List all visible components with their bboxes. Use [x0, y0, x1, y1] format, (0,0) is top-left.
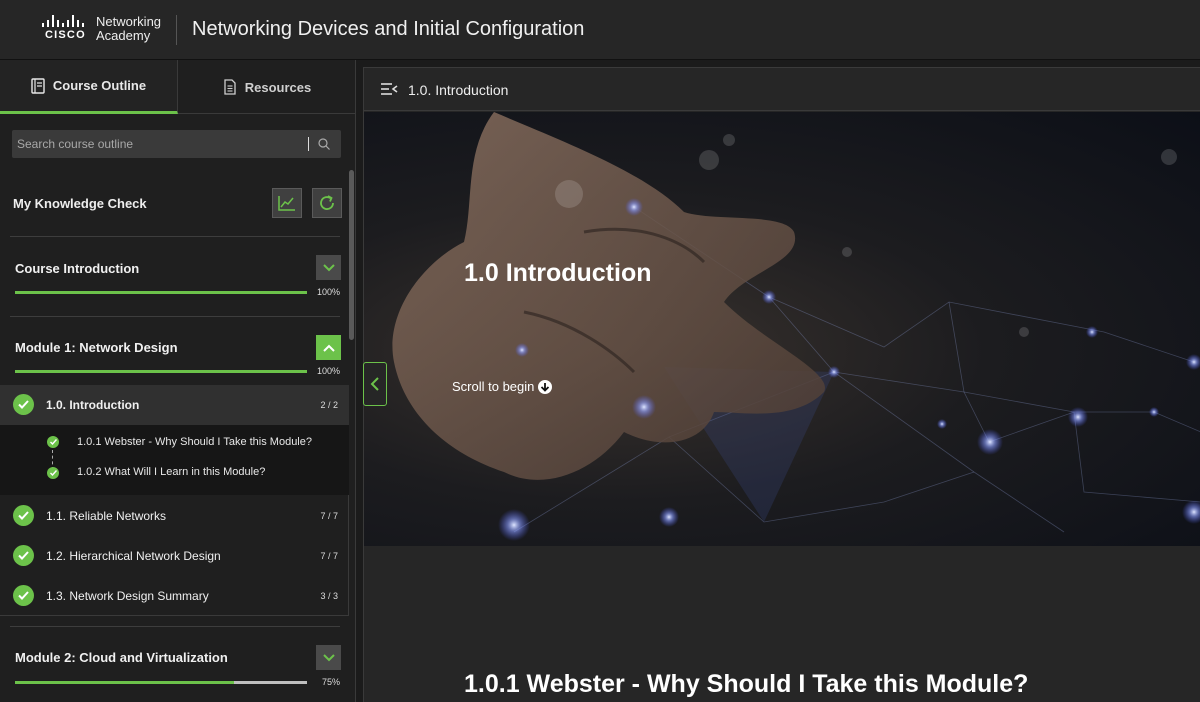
- sidebar-scrollbar[interactable]: [349, 170, 354, 340]
- scroll-to-begin-label: Scroll to begin: [452, 379, 535, 394]
- list-item-count: 2 / 2: [320, 400, 338, 410]
- header-divider: [176, 15, 177, 45]
- section-course-introduction[interactable]: Course Introduction: [15, 261, 139, 276]
- knowledge-check-label: My Knowledge Check: [13, 196, 147, 211]
- list-item-count: 3 / 3: [320, 591, 338, 601]
- section-heading: 1.0.1 Webster - Why Should I Take this M…: [464, 670, 1029, 698]
- search-icon[interactable]: [317, 137, 331, 151]
- list-item-label: 1.1. Reliable Networks: [46, 509, 167, 523]
- progress-fill: [15, 291, 307, 294]
- knowledge-refresh-button[interactable]: [312, 188, 342, 218]
- content-header: 1.0. Introduction: [364, 68, 1200, 111]
- cisco-wordmark: CISCO: [45, 29, 86, 41]
- chart-icon: [278, 196, 295, 211]
- collapse-menu-icon[interactable]: [380, 82, 398, 96]
- top-bar: CISCO Networking Academy Networking Devi…: [0, 0, 1200, 60]
- tab-resources-label: Resources: [244, 79, 312, 95]
- module-1-progress-label: 100%: [316, 366, 340, 376]
- refresh-icon: [320, 195, 334, 210]
- check-icon: [47, 436, 59, 448]
- cisco-bridge-icon: [42, 15, 88, 27]
- list-item-label: 1.2. Hierarchical Network Design: [46, 549, 221, 563]
- tab-course-outline-label: Course Outline: [52, 78, 147, 93]
- hero-banner: 1.0 Introduction Scroll to begin: [364, 112, 1200, 546]
- list-item-count: 7 / 7: [320, 511, 338, 521]
- document-icon: [224, 79, 236, 95]
- knowledge-chart-button[interactable]: [272, 188, 302, 218]
- scroll-to-begin-link[interactable]: Scroll to begin: [452, 379, 553, 394]
- chevron-down-icon: [322, 263, 335, 271]
- sub-item-list: 1.0.1 Webster - Why Should I Take this M…: [0, 425, 349, 495]
- arrow-down-icon: [538, 379, 553, 394]
- expand-course-introduction-button[interactable]: [316, 255, 341, 280]
- list-item-1-3-network-design-summary[interactable]: 1.3. Network Design Summary 3 / 3: [0, 575, 349, 615]
- list-item-label: 1.0. Introduction: [46, 398, 140, 412]
- divider: [10, 626, 340, 627]
- logo-text: Networking Academy: [96, 15, 161, 43]
- module-1-item-list: 1.0. Introduction 2 / 2 1.0.1 Webster - …: [0, 385, 349, 616]
- section-module-1[interactable]: Module 1: Network Design: [15, 340, 178, 355]
- divider: [10, 316, 340, 317]
- module-2-progress-bar: [15, 681, 307, 684]
- sidebar-tabs: Course Outline Resources: [0, 60, 355, 114]
- course-introduction-progress-label: 100%: [316, 287, 340, 297]
- hero-image: [392, 112, 1200, 541]
- check-icon: [47, 467, 59, 479]
- content-panel: 1.0. Introduction 1.0 Introduction Scrol…: [363, 67, 1200, 702]
- chevron-up-icon: [322, 344, 335, 352]
- book-icon: [31, 77, 45, 94]
- chevron-left-icon: [370, 377, 379, 391]
- list-item-count: 7 / 7: [320, 551, 338, 561]
- progress-fill: [15, 370, 307, 373]
- course-introduction-progress-bar: [15, 291, 307, 294]
- list-item-label: 1.3. Network Design Summary: [46, 589, 209, 603]
- check-icon: [13, 585, 34, 606]
- sub-item-1-0-2[interactable]: 1.0.2 What Will I Learn in this Module?: [77, 466, 265, 478]
- divider: [10, 236, 340, 237]
- module-2-progress-label: 75%: [321, 677, 340, 687]
- hero-title: 1.0 Introduction: [464, 259, 652, 287]
- cisco-networking-academy-logo[interactable]: CISCO Networking Academy: [42, 13, 164, 45]
- search-box: [12, 130, 341, 158]
- course-outline-sidebar: Course Outline Resources My Knowledge Ch…: [0, 60, 356, 702]
- chevron-down-icon: [322, 653, 335, 661]
- logo-line-2: Academy: [96, 28, 151, 43]
- check-icon: [13, 545, 34, 566]
- progress-fill: [15, 681, 234, 684]
- logo-line-1: Networking: [96, 14, 162, 29]
- list-item-1-1-reliable-networks[interactable]: 1.1. Reliable Networks 7 / 7: [0, 495, 349, 535]
- module-1-progress-bar: [15, 370, 307, 373]
- search-input[interactable]: [12, 130, 307, 158]
- tab-resources[interactable]: Resources: [178, 60, 355, 114]
- check-icon: [13, 394, 34, 415]
- expand-module-2-button[interactable]: [316, 645, 341, 670]
- tab-course-outline[interactable]: Course Outline: [0, 60, 178, 114]
- check-icon: [13, 505, 34, 526]
- section-module-2[interactable]: Module 2: Cloud and Virtualization: [15, 650, 228, 665]
- course-title: Networking Devices and Initial Configura…: [192, 18, 585, 40]
- list-item-1-0-introduction[interactable]: 1.0. Introduction 2 / 2: [0, 385, 349, 425]
- search-separator: [308, 137, 309, 151]
- sub-item-1-0-1[interactable]: 1.0.1 Webster - Why Should I Take this M…: [77, 436, 312, 448]
- previous-page-button[interactable]: [363, 362, 387, 406]
- list-item-1-2-hierarchical-network-design[interactable]: 1.2. Hierarchical Network Design 7 / 7: [0, 535, 349, 575]
- content-header-title: 1.0. Introduction: [408, 82, 509, 98]
- collapse-module-1-button[interactable]: [316, 335, 341, 360]
